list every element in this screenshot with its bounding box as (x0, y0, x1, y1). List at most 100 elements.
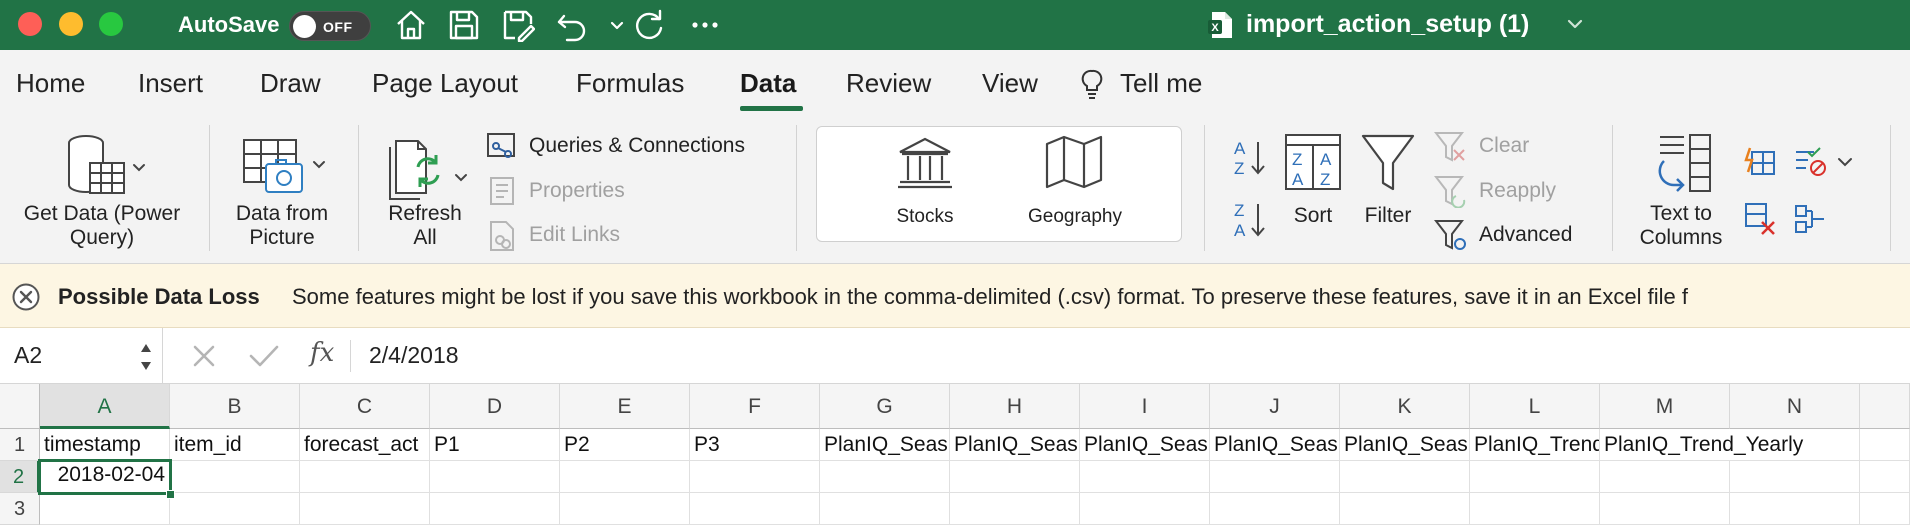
formula-input[interactable]: 2/4/2018 (369, 342, 459, 369)
database-icon[interactable] (62, 131, 152, 199)
column-header-l[interactable]: L (1470, 384, 1600, 429)
window-minimize-button[interactable] (59, 12, 83, 36)
cell-o1[interactable] (1860, 429, 1910, 461)
cell-c3[interactable] (300, 493, 430, 525)
undo-icon[interactable] (555, 8, 589, 42)
cell-g1[interactable]: PlanIQ_Seas (820, 429, 950, 461)
cell-d3[interactable] (430, 493, 560, 525)
chevron-down-icon[interactable] (1836, 152, 1854, 172)
home-icon[interactable] (394, 8, 428, 42)
queries-connections-button[interactable]: Queries & Connections (529, 134, 745, 158)
cell-n3[interactable] (1730, 493, 1860, 525)
column-header-d[interactable]: D (430, 384, 560, 429)
cell-l2[interactable] (1470, 461, 1600, 493)
cell-j2[interactable] (1210, 461, 1340, 493)
cell-c1[interactable]: forecast_act (300, 429, 430, 461)
cell-e2[interactable] (560, 461, 690, 493)
filter-icon[interactable] (1360, 133, 1416, 193)
chevron-down-icon[interactable] (1565, 14, 1585, 34)
row-header-3[interactable]: 3 (0, 493, 40, 525)
cell-h1[interactable]: PlanIQ_Seas (950, 429, 1080, 461)
cell-b2[interactable] (170, 461, 300, 493)
cell-j3[interactable] (1210, 493, 1340, 525)
cell-o2[interactable] (1860, 461, 1910, 493)
tab-view[interactable]: View (982, 68, 1038, 99)
text-to-columns-icon[interactable] (1644, 133, 1714, 195)
column-header-f[interactable]: F (690, 384, 820, 429)
enter-check-icon[interactable] (248, 342, 280, 370)
cancel-icon[interactable] (190, 342, 218, 370)
autosave-toggle[interactable]: OFF (289, 11, 371, 41)
stocks-button[interactable]: Stocks (880, 205, 970, 229)
cell-d2[interactable] (430, 461, 560, 493)
row-header-1[interactable]: 1 (0, 429, 40, 461)
stocks-icon[interactable] (896, 136, 954, 190)
save-as-icon[interactable] (501, 8, 536, 43)
tell-me-search[interactable]: Tell me (1120, 68, 1202, 99)
data-from-picture-icon[interactable] (242, 136, 332, 198)
column-header-i[interactable]: I (1080, 384, 1210, 429)
document-title[interactable]: import_action_setup (1) (1246, 10, 1529, 39)
tab-review[interactable]: Review (846, 68, 931, 99)
cell-g3[interactable] (820, 493, 950, 525)
tab-data[interactable]: Data (740, 68, 796, 99)
column-header-j[interactable]: J (1210, 384, 1340, 429)
column-header-n[interactable]: N (1730, 384, 1860, 429)
consolidate-icon[interactable] (1794, 204, 1826, 234)
active-cell-a2[interactable]: 2018-02-04 (38, 459, 172, 495)
get-data-button[interactable]: Get Data (Power Query) (14, 202, 190, 250)
cell-h3[interactable] (950, 493, 1080, 525)
sort-dialog-icon[interactable]: ZAAZ (1284, 133, 1342, 191)
cell-a1[interactable]: timestamp (40, 429, 170, 461)
sort-a-to-z-icon[interactable]: AZ (1232, 138, 1268, 178)
cell-k2[interactable] (1340, 461, 1470, 493)
cell-k1[interactable]: PlanIQ_Seas (1340, 429, 1470, 461)
cell-e1[interactable]: P2 (560, 429, 690, 461)
column-header-o[interactable] (1860, 384, 1910, 429)
undo-dropdown-icon[interactable] (600, 8, 624, 42)
cell-h2[interactable] (950, 461, 1080, 493)
tab-formulas[interactable]: Formulas (576, 68, 684, 99)
column-header-c[interactable]: C (300, 384, 430, 429)
text-to-columns-button[interactable]: Text to Columns (1626, 202, 1736, 250)
cell-m1[interactable]: PlanIQ_Trend_Yearly (1600, 429, 1860, 461)
tab-insert[interactable]: Insert (138, 68, 203, 99)
cell-f1[interactable]: P3 (690, 429, 820, 461)
cell-n2[interactable] (1730, 461, 1860, 493)
data-validation-icon[interactable] (1794, 146, 1828, 178)
cell-i2[interactable] (1080, 461, 1210, 493)
cell-m2[interactable] (1600, 461, 1730, 493)
geography-icon[interactable] (1044, 134, 1104, 190)
cell-l3[interactable] (1470, 493, 1600, 525)
cell-j1[interactable]: PlanIQ_Seas (1210, 429, 1340, 461)
reapply-button[interactable]: Reapply (1479, 179, 1556, 203)
cell-l1[interactable]: PlanIQ_Trend (1470, 429, 1600, 461)
edit-links-button[interactable]: Edit Links (529, 223, 620, 247)
cell-b3[interactable] (170, 493, 300, 525)
remove-duplicates-icon[interactable] (1744, 202, 1776, 236)
window-close-button[interactable] (18, 12, 42, 36)
column-header-a[interactable]: A (40, 384, 170, 429)
column-header-g[interactable]: G (820, 384, 950, 429)
column-header-k[interactable]: K (1340, 384, 1470, 429)
cell-k3[interactable] (1340, 493, 1470, 525)
cell-f3[interactable] (690, 493, 820, 525)
cell-a3[interactable] (40, 493, 170, 525)
cell-g2[interactable] (820, 461, 950, 493)
select-all-corner[interactable] (0, 384, 40, 429)
sort-z-to-a-icon[interactable]: ZA (1232, 200, 1268, 240)
window-maximize-button[interactable] (99, 12, 123, 36)
properties-button[interactable]: Properties (529, 179, 625, 203)
flash-fill-icon[interactable] (1744, 146, 1776, 178)
redo-icon[interactable] (632, 8, 666, 42)
cell-f2[interactable] (690, 461, 820, 493)
filter-button[interactable]: Filter (1350, 204, 1426, 228)
refresh-all-icon[interactable] (388, 131, 472, 201)
tab-page-layout[interactable]: Page Layout (372, 68, 518, 99)
advanced-button[interactable]: Advanced (1479, 223, 1572, 247)
cell-e3[interactable] (560, 493, 690, 525)
cell-i3[interactable] (1080, 493, 1210, 525)
cell-c2[interactable] (300, 461, 430, 493)
cell-d1[interactable]: P1 (430, 429, 560, 461)
column-header-m[interactable]: M (1600, 384, 1730, 429)
